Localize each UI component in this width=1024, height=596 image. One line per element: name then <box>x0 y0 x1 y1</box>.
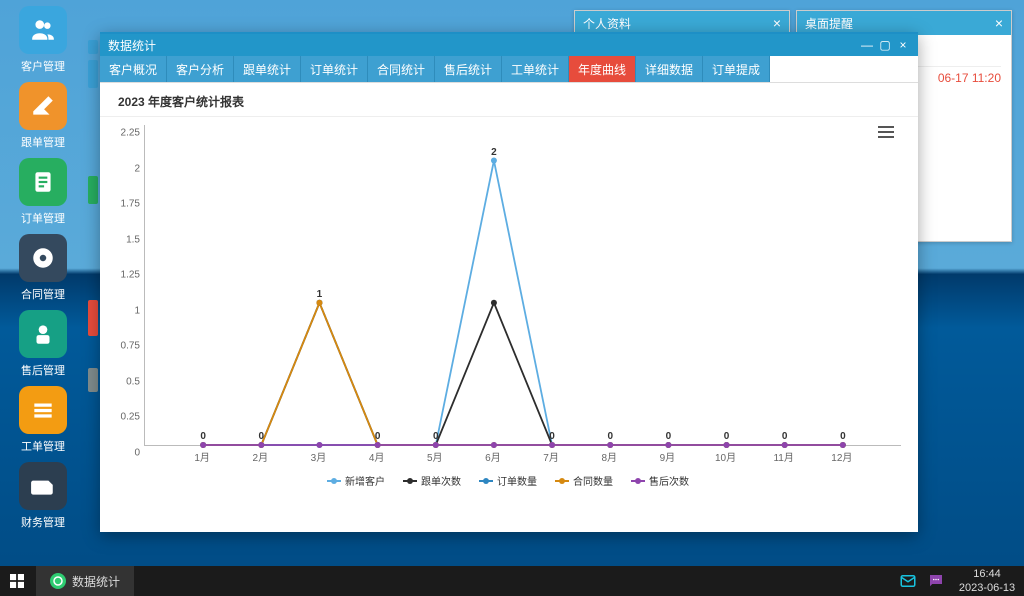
stats-window: 数据统计 — ▢ × 客户概况客户分析跟单统计订单统计合同统计售后统计工单统计年… <box>100 32 918 532</box>
dock-label: 工单管理 <box>8 438 78 454</box>
dock-label: 客户管理 <box>8 58 78 74</box>
tab[interactable]: 订单统计 <box>301 56 368 82</box>
dock-label: 财务管理 <box>8 514 78 530</box>
chart-legend: 新增客户 跟单次数 订单数量 合同数量 售后次数 <box>108 473 908 488</box>
close-icon[interactable]: × <box>995 15 1003 31</box>
taskbar-task[interactable]: 数据统计 <box>36 566 134 596</box>
tab[interactable]: 工单统计 <box>502 56 569 82</box>
dock-item[interactable]: 工单管理 <box>8 386 78 454</box>
dock-item[interactable]: 合同管理 <box>8 234 78 302</box>
dock-label: 合同管理 <box>8 286 78 302</box>
legend-item[interactable]: 跟单次数 <box>403 473 461 488</box>
dock-item[interactable]: 订单管理 <box>8 158 78 226</box>
profile-title: 个人资料 <box>583 15 631 32</box>
close-icon[interactable]: × <box>773 15 781 31</box>
start-button[interactable] <box>0 566 34 596</box>
task-label: 数据统计 <box>72 573 120 590</box>
window-title: 数据统计 <box>108 37 156 54</box>
taskbar: 数据统计 16:44 2023-06-13 <box>0 566 1024 596</box>
maximize-icon[interactable]: ▢ <box>876 38 894 52</box>
legend-item[interactable]: 订单数量 <box>479 473 537 488</box>
tab[interactable]: 跟单统计 <box>234 56 301 82</box>
dock-label: 售后管理 <box>8 362 78 378</box>
mail-icon[interactable] <box>894 566 922 596</box>
tab[interactable]: 客户概况 <box>100 56 167 82</box>
legend-item[interactable]: 售后次数 <box>631 473 689 488</box>
tab[interactable]: 售后统计 <box>435 56 502 82</box>
dock-item[interactable]: 售后管理 <box>8 310 78 378</box>
close-icon[interactable]: × <box>894 38 912 52</box>
tab[interactable]: 合同统计 <box>368 56 435 82</box>
dock-label: 跟单管理 <box>8 134 78 150</box>
legend-item[interactable]: 新增客户 <box>327 473 385 488</box>
dock-label: 订单管理 <box>8 210 78 226</box>
dock-item[interactable]: 财务管理 <box>8 462 78 530</box>
minimize-icon[interactable]: — <box>858 38 876 52</box>
chart-title: 2023 年度客户统计报表 <box>100 83 918 117</box>
tab[interactable]: 订单提成 <box>703 56 770 82</box>
taskbar-clock[interactable]: 16:44 2023-06-13 <box>950 567 1024 595</box>
tab-bar: 客户概况客户分析跟单统计订单统计合同统计售后统计工单统计年度曲线详细数据订单提成 <box>100 56 918 83</box>
tab[interactable]: 详细数据 <box>636 56 703 82</box>
reminder-title: 桌面提醒 <box>805 15 853 32</box>
task-icon <box>50 573 66 589</box>
chart: 00.250.50.7511.251.51.7522.25 0010020000… <box>108 117 908 517</box>
tab[interactable]: 客户分析 <box>167 56 234 82</box>
dock-item[interactable]: 跟单管理 <box>8 82 78 150</box>
chat-icon[interactable] <box>922 566 950 596</box>
dock-item[interactable]: 客户管理 <box>8 6 78 74</box>
app-dock: 客户管理跟单管理订单管理合同管理售后管理工单管理财务管理 <box>0 0 86 570</box>
tab[interactable]: 年度曲线 <box>569 56 636 82</box>
window-titlebar[interactable]: 数据统计 — ▢ × <box>100 34 918 56</box>
legend-item[interactable]: 合同数量 <box>555 473 613 488</box>
